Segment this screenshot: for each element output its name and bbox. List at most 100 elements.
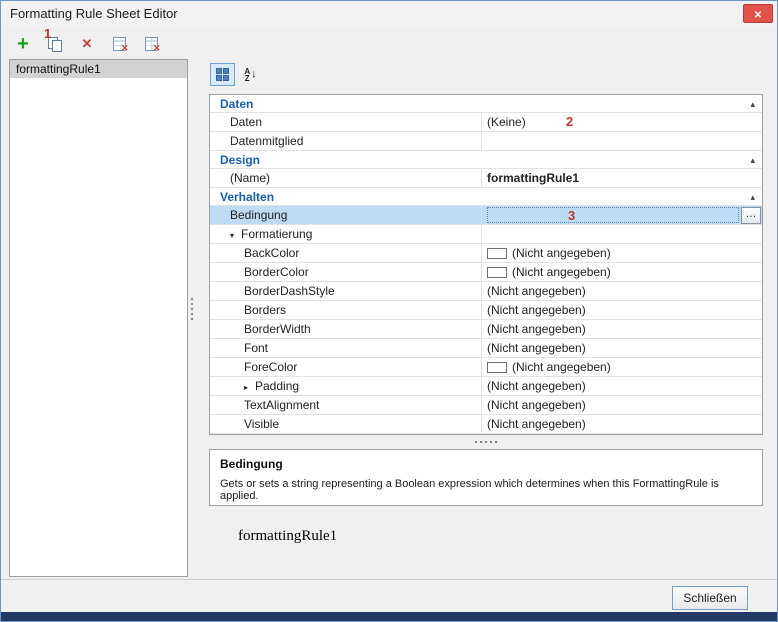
property-row-borderwidth[interactable]: BorderWidth (Nicht angegeben) xyxy=(210,320,762,339)
schliessen-button[interactable]: Schließen xyxy=(672,586,748,610)
property-row-bordercolor[interactable]: BorderColor (Nicht angegeben) xyxy=(210,263,762,282)
property-name: BorderColor xyxy=(244,265,309,279)
property-value: (Nicht angegeben) xyxy=(512,246,611,260)
property-name: TextAlignment xyxy=(244,398,319,412)
category-row[interactable]: Verhalten▴ xyxy=(210,188,762,206)
property-row-textalignment[interactable]: TextAlignment (Nicht angegeben) xyxy=(210,396,762,415)
property-grid: Daten▴Daten(Keine)2DatenmitgliedDesign▴(… xyxy=(209,94,763,435)
property-name-cell: BorderWidth xyxy=(210,320,482,338)
property-value: (Nicht angegeben) xyxy=(487,303,586,317)
description-panel: Bedingung Gets or sets a string represen… xyxy=(209,449,763,506)
property-value-cell[interactable]: (Nicht angegeben) xyxy=(482,377,762,395)
property-name-cell: Borders xyxy=(210,301,482,319)
property-name: Padding xyxy=(255,379,299,393)
delete-sheet-icon: ✕ xyxy=(113,37,126,51)
property-row-visible[interactable]: Visible (Nicht angegeben) xyxy=(210,415,762,434)
property-name-cell: Font xyxy=(210,339,482,357)
property-row-name[interactable]: (Name) formattingRule1 xyxy=(210,169,762,188)
property-value-cell[interactable] xyxy=(482,225,762,243)
property-value-cell[interactable]: (Nicht angegeben) xyxy=(482,320,762,338)
delete-all-icon: ✕ xyxy=(145,37,158,51)
property-value-cell[interactable]: (Nicht angegeben) xyxy=(482,396,762,414)
property-name-cell: Visible xyxy=(210,415,482,433)
annotation-1: 1 xyxy=(44,26,51,41)
delete-rule-button[interactable]: ✕ xyxy=(78,35,96,53)
property-name: Bedingung xyxy=(230,208,287,222)
add-rule-button[interactable]: + xyxy=(14,35,32,53)
property-row-font[interactable]: Font (Nicht angegeben) xyxy=(210,339,762,358)
property-value-cell[interactable]: (Nicht angegeben) xyxy=(482,358,762,376)
property-name-cell: ForeColor xyxy=(210,358,482,376)
property-name: BorderWidth xyxy=(244,322,311,336)
close-button[interactable]: ✕ xyxy=(743,4,773,23)
annotation-3: 3 xyxy=(568,208,575,223)
property-name: Visible xyxy=(244,417,279,431)
category-row[interactable]: Daten ▴ xyxy=(210,95,762,113)
description-title: Bedingung xyxy=(220,457,752,471)
ellipsis-button[interactable]: … xyxy=(741,207,761,224)
property-name: (Name) xyxy=(230,171,270,185)
category-label: Design xyxy=(220,151,260,169)
property-name-cell: ▾Formatierung xyxy=(210,225,482,243)
property-value: (Nicht angegeben) xyxy=(487,284,586,298)
property-row-backcolor[interactable]: BackColor (Nicht angegeben) xyxy=(210,244,762,263)
collapse-arrow-icon[interactable]: ▴ xyxy=(750,95,755,113)
preview-text: formattingRule1 xyxy=(238,528,337,545)
collapsed-expander-icon[interactable]: ▸ xyxy=(244,379,255,395)
list-grid-splitter[interactable] xyxy=(191,298,193,322)
property-name: BorderDashStyle xyxy=(244,284,335,298)
small-x-icon: ✕ xyxy=(153,43,161,54)
expanded-expander-icon[interactable]: ▾ xyxy=(230,227,241,243)
property-value: (Nicht angegeben) xyxy=(487,341,586,355)
color-swatch xyxy=(487,248,507,259)
rule-list-item[interactable]: formattingRule1 xyxy=(10,60,187,78)
property-row-datenmitglied[interactable]: Datenmitglied xyxy=(210,132,762,151)
property-value-cell[interactable]: 3… xyxy=(482,206,762,224)
property-value: formattingRule1 xyxy=(487,171,579,185)
property-row-padding[interactable]: ▸Padding (Nicht angegeben) xyxy=(210,377,762,396)
title-bar[interactable]: Formatting Rule Sheet Editor ✕ xyxy=(1,1,777,27)
property-value-cell[interactable]: (Nicht angegeben) xyxy=(482,282,762,300)
annotation-2: 2 xyxy=(566,114,573,129)
grid-splitter-row[interactable] xyxy=(209,439,763,445)
property-value-cell[interactable]: (Keine)2 xyxy=(482,113,762,131)
collapse-arrow-icon[interactable]: ▴ xyxy=(750,188,755,206)
property-value-cell[interactable]: (Nicht angegeben) xyxy=(482,301,762,319)
property-name-cell: ▸Padding xyxy=(210,377,482,395)
property-value-cell[interactable]: (Nicht angegeben) xyxy=(482,263,762,281)
property-row-borderdashstyle[interactable]: BorderDashStyle (Nicht angegeben) xyxy=(210,282,762,301)
az-letter-z: Z xyxy=(244,75,250,82)
property-row-formatierung[interactable]: ▾Formatierung xyxy=(210,225,762,244)
dialog-window: Formatting Rule Sheet Editor ✕ + ✕ ✕ ✕ 1… xyxy=(0,0,778,622)
property-value-cell[interactable]: formattingRule1 xyxy=(482,169,762,187)
property-value-cell[interactable]: (Nicht angegeben) xyxy=(482,415,762,433)
category-row[interactable]: Design ▴ xyxy=(210,151,762,169)
property-value: (Nicht angegeben) xyxy=(512,265,611,279)
property-value-cell[interactable] xyxy=(482,132,762,150)
category-label: Daten xyxy=(220,95,253,113)
delete-sheet-button[interactable]: ✕ xyxy=(110,35,128,53)
property-name-cell: BorderDashStyle xyxy=(210,282,482,300)
property-value-cell[interactable]: (Nicht angegeben) xyxy=(482,244,762,262)
property-name: Datenmitglied xyxy=(230,134,303,148)
rule-list[interactable]: formattingRule1 xyxy=(9,59,188,577)
property-row-bedingung[interactable]: Bedingung3… xyxy=(210,206,762,225)
bottom-accent-strip xyxy=(1,612,777,621)
property-value-cell[interactable]: (Nicht angegeben) xyxy=(482,339,762,357)
window-title: Formatting Rule Sheet Editor xyxy=(10,6,178,21)
categorized-view-button[interactable] xyxy=(210,63,235,86)
property-row-daten[interactable]: Daten(Keine)2 xyxy=(210,113,762,132)
grid-description-splitter[interactable] xyxy=(475,441,498,443)
delete-all-button[interactable]: ✕ xyxy=(142,35,160,53)
collapse-arrow-icon[interactable]: ▴ xyxy=(750,151,755,169)
property-row-forecolor[interactable]: ForeColor(Nicht angegeben) xyxy=(210,358,762,377)
alphabetical-sort-button[interactable]: A Z ↓ xyxy=(238,63,263,86)
color-swatch xyxy=(487,362,507,373)
description-text: Gets or sets a string representing a Boo… xyxy=(220,478,752,502)
property-name: Formatierung xyxy=(241,227,312,241)
property-row-borders[interactable]: Borders (Nicht angegeben) xyxy=(210,301,762,320)
property-name-cell: Datenmitglied xyxy=(210,132,482,150)
value-editor[interactable]: 3 xyxy=(487,207,739,223)
property-name: BackColor xyxy=(244,246,299,260)
property-value: (Nicht angegeben) xyxy=(487,379,586,393)
